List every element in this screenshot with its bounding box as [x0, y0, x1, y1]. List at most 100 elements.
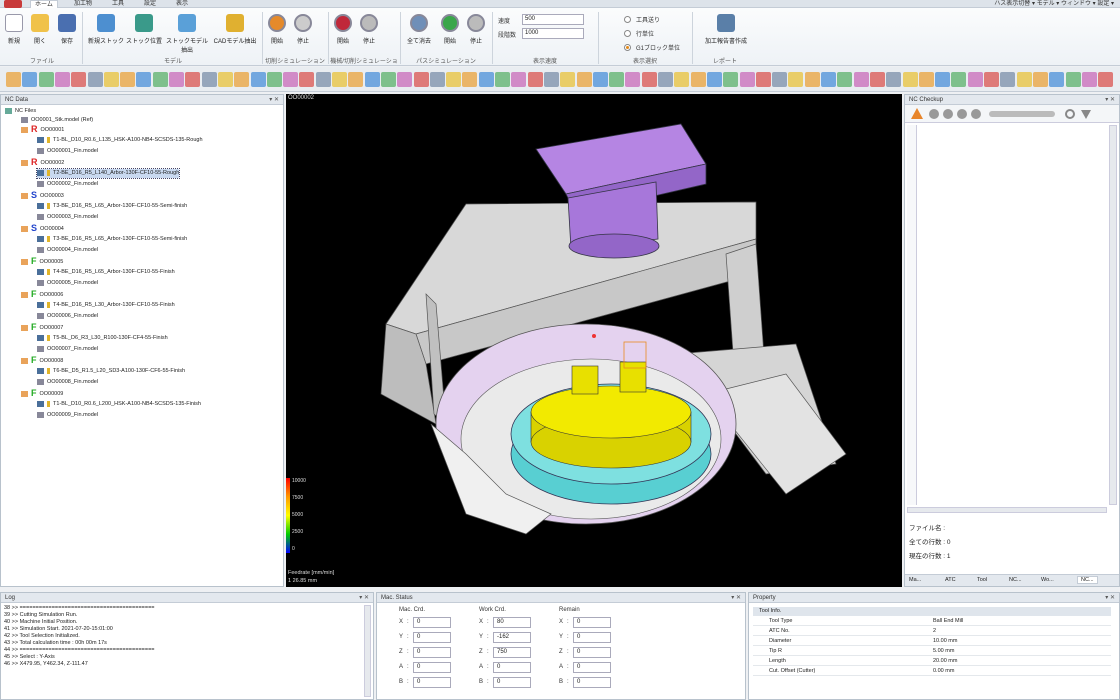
tree-program[interactable]: S OO00004	[21, 224, 64, 233]
toolbar-button-icon[interactable]	[625, 72, 641, 87]
toolbar-button-icon[interactable]	[1016, 72, 1032, 87]
toolbar-button-icon[interactable]	[984, 72, 999, 87]
warning-icon[interactable]	[911, 108, 923, 119]
property-row[interactable]: Tool Type Ball End Mill	[753, 617, 1111, 626]
pin-icon[interactable]: ▾ ✕	[359, 593, 369, 603]
tree-model[interactable]: OO00002_Fin.model	[37, 180, 98, 189]
tab-atc[interactable]: ATC	[945, 577, 956, 583]
simulation-viewport[interactable]: OO00002 10000 7500 5000 2500 0 Feedrate [m	[286, 94, 902, 587]
toolbar-button-icon[interactable]	[690, 72, 706, 87]
tree-model[interactable]: OO00007_Fin.model	[37, 345, 98, 354]
toolbar-button-icon[interactable]	[446, 72, 462, 87]
tree-program[interactable]: F OO00009	[21, 389, 63, 398]
property-row[interactable]: Tip R 5.00 mm	[753, 647, 1111, 656]
toolbar-button-icon[interactable]	[38, 72, 54, 87]
tree-program[interactable]: F OO00005	[21, 257, 63, 266]
toolbar-button-icon[interactable]	[723, 72, 739, 87]
toolbar-button-icon[interactable]	[1081, 72, 1097, 87]
tree-model[interactable]: OO00001_Fin.model	[37, 147, 98, 156]
toolbar-button-icon[interactable]	[527, 72, 543, 87]
cad-model-extract-button[interactable]: CADモデル抽出	[212, 14, 258, 45]
toolbar-button-icon[interactable]	[853, 72, 869, 87]
toolbar-button-icon[interactable]	[397, 72, 413, 87]
tree-program[interactable]: F OO00006	[21, 290, 63, 299]
toolbar-button-icon[interactable]	[1065, 72, 1081, 87]
tree-program[interactable]: F OO00008	[21, 356, 63, 365]
circle-icon[interactable]	[943, 109, 953, 119]
tree-tool[interactable]: T1-BL_D10_R0.6_L135_HSK-A100-NB4-SCSDS-1…	[37, 136, 203, 145]
nav-arrows-icon[interactable]	[989, 111, 1055, 117]
toolbar-button-icon[interactable]	[478, 72, 494, 87]
new-button[interactable]: 新規	[4, 14, 24, 45]
tab-view[interactable]: 表示	[172, 0, 192, 8]
property-row[interactable]: ATC No. 2	[753, 627, 1111, 636]
tree-tool[interactable]: T3-BE_D16_R5_L65_Arbor-130F-CF10-55-Semi…	[37, 202, 187, 211]
tree-model[interactable]: OO00008_Fin.model	[37, 378, 98, 387]
toolbar-button-icon[interactable]	[185, 72, 201, 87]
toolbar-button-icon[interactable]	[706, 72, 722, 87]
toolbar-button-icon[interactable]	[592, 72, 608, 87]
toolbar-button-icon[interactable]	[837, 72, 853, 87]
path-sim-start-button[interactable]: 開始	[438, 14, 462, 45]
toolbar-button-icon[interactable]	[462, 72, 478, 87]
toolbar-button-icon[interactable]	[266, 72, 282, 87]
stock-model-extract-button[interactable]: ストックモデル抽出	[164, 14, 210, 54]
tree-root[interactable]: NC Files	[5, 107, 36, 116]
toolbar-button-icon[interactable]	[772, 72, 788, 87]
circle-icon[interactable]	[971, 109, 981, 119]
toolbar-button-icon[interactable]	[71, 72, 87, 87]
toolbar-button-icon[interactable]	[641, 72, 657, 87]
tab-machine[interactable]: Ma...	[909, 577, 921, 583]
report-button[interactable]: 加工報告書作成	[702, 14, 750, 45]
tree-tool[interactable]: T4-BE_D16_R5_L65_Arbor-130F-CF10-55-Fini…	[37, 268, 175, 277]
app-menu-icon[interactable]	[4, 0, 22, 8]
toolbar-button-icon[interactable]	[609, 72, 625, 87]
tab-nc-checkup[interactable]: NC...	[1077, 576, 1098, 584]
pin-icon[interactable]: ▾ ✕	[1105, 95, 1115, 105]
toolbar-button-icon[interactable]	[821, 72, 836, 87]
toolbar-button-icon[interactable]	[103, 72, 119, 87]
toolbar-button-icon[interactable]	[348, 72, 364, 87]
toolbar-button-icon[interactable]	[120, 72, 136, 87]
tree-program[interactable]: F OO00007	[21, 323, 63, 332]
toolbar-button-icon[interactable]	[234, 72, 250, 87]
tree-model[interactable]: OO00005_Fin.model	[37, 279, 98, 288]
tree-model[interactable]: OO00006_Fin.model	[37, 312, 98, 321]
toolbar-button-icon[interactable]	[543, 72, 559, 87]
tree-program[interactable]: R OO00001	[21, 125, 64, 134]
toolbar-button-icon[interactable]	[169, 72, 184, 87]
toolbar-button-icon[interactable]	[674, 72, 690, 87]
circle-icon[interactable]	[929, 109, 939, 119]
open-button[interactable]: 開く	[30, 14, 50, 45]
toolbar-button-icon[interactable]	[739, 72, 755, 87]
radio-tool-feed[interactable]	[624, 16, 631, 23]
vertical-scrollbar[interactable]	[1109, 125, 1117, 505]
pin-icon[interactable]: ▾ ✕	[1105, 593, 1115, 603]
tab-settings[interactable]: 設定	[140, 0, 160, 8]
speed-input[interactable]: 500	[522, 14, 584, 25]
toolbar-button-icon[interactable]	[902, 72, 918, 87]
toolbar-button-icon[interactable]	[576, 72, 592, 87]
tree-model[interactable]: OO00009_Fin.model	[37, 411, 98, 420]
tab-home[interactable]: ホーム	[30, 0, 58, 8]
property-section-header[interactable]: Tool Info.	[753, 607, 1111, 616]
step-input[interactable]: 1000	[522, 28, 584, 39]
property-row[interactable]: Length 20.00 mm	[753, 657, 1111, 666]
tab-tool[interactable]: Tool	[977, 577, 987, 583]
tree-tool[interactable]: T1-BL_D10_R0.6_L200_HSK-A100-NB4-SCSDS-1…	[37, 400, 201, 409]
toolbar-button-icon[interactable]	[1032, 72, 1048, 87]
path-sim-stop-button[interactable]: 停止	[464, 14, 488, 45]
toolbar-button-icon[interactable]	[951, 72, 967, 87]
toolbar-button-icon[interactable]	[201, 72, 217, 87]
toolbar-button-icon[interactable]	[315, 72, 331, 87]
toolbar-button-icon[interactable]	[364, 72, 380, 87]
toolbar-button-icon[interactable]	[6, 72, 21, 87]
toolbar-button-icon[interactable]	[299, 72, 315, 87]
tab-workpiece[interactable]: 加工物	[70, 0, 96, 8]
horizontal-scrollbar[interactable]	[907, 507, 1107, 513]
toolbar-button-icon[interactable]	[250, 72, 266, 87]
toolbar-button-icon[interactable]	[918, 72, 934, 87]
toolbar-button-icon[interactable]	[152, 72, 168, 87]
cut-sim-start-button[interactable]: 開始	[266, 14, 288, 45]
pin-icon[interactable]: ▾ ✕	[731, 593, 741, 603]
